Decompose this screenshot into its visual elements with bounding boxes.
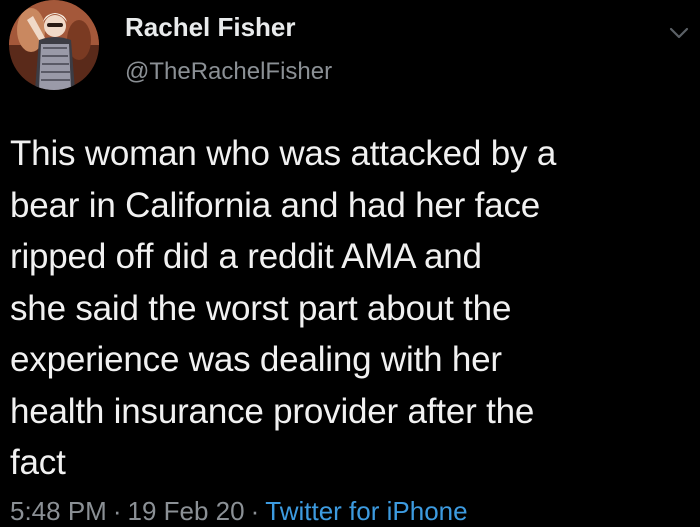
tweet-card: Rachel Fisher @TheRachelFisher This woma… <box>0 0 700 526</box>
tweet-text-line: health insurance provider after the <box>10 391 535 431</box>
tweet-text-line: bear in California and had her face <box>10 185 541 225</box>
chevron-down-icon-svg <box>669 27 689 39</box>
tweet-source-link[interactable]: Twitter for iPhone <box>265 496 467 526</box>
avatar[interactable] <box>9 0 99 90</box>
user-handle[interactable]: @TheRachelFisher <box>125 58 332 86</box>
avatar-image <box>9 0 99 90</box>
tweet-text-line: fact <box>10 443 66 482</box>
tweet-text-line: ripped off did a reddit AMA and <box>10 237 482 276</box>
tweet-date[interactable]: 19 Feb 20 <box>128 496 245 526</box>
chevron-down-icon[interactable] <box>668 24 690 42</box>
display-name[interactable]: Rachel Fisher <box>125 12 296 43</box>
tweet-text-line: she said the worst part about the <box>10 288 512 328</box>
meta-separator: · <box>250 496 260 526</box>
meta-separator: · <box>112 496 122 526</box>
tweet-metadata: 5:48 PM · 19 Feb 20 · Twitter for iPhone <box>10 496 468 527</box>
tweet-text-line: This woman who was attacked by a <box>10 134 557 173</box>
tweet-text: This woman who was attacked by a bear in… <box>10 128 690 489</box>
tweet-text-line: experience was dealing with her <box>10 340 502 379</box>
tweet-time[interactable]: 5:48 PM <box>10 496 107 526</box>
